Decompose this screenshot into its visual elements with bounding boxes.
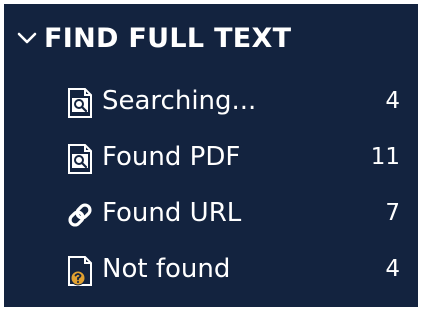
list-item-count: 7 — [385, 200, 400, 226]
search-document-icon — [68, 88, 92, 118]
chevron-down-icon[interactable] — [16, 27, 38, 49]
list-item-label: Found URL — [102, 198, 242, 228]
find-full-text-panel: FIND FULL TEXT Searching... 4 Found PDF … — [4, 4, 418, 307]
list-item-count: 4 — [385, 88, 400, 114]
list-item-label: Found PDF — [102, 142, 241, 172]
list-item-count: 4 — [385, 256, 400, 282]
list-item-searching[interactable]: Searching... 4 — [4, 76, 418, 128]
document-question-icon — [68, 256, 92, 286]
search-document-icon — [68, 144, 92, 174]
section-title: FIND FULL TEXT — [44, 22, 292, 54]
link-icon — [68, 203, 92, 227]
list-item-found-url[interactable]: Found URL 7 — [4, 188, 418, 240]
list-item-label: Searching... — [102, 86, 257, 116]
list-item-label: Not found — [102, 254, 231, 284]
list-item-found-pdf[interactable]: Found PDF 11 — [4, 132, 418, 184]
find-full-text-section-header[interactable]: FIND FULL TEXT — [16, 18, 291, 58]
list-item-count: 11 — [370, 144, 400, 170]
list-item-not-found[interactable]: Not found 4 — [4, 244, 418, 296]
